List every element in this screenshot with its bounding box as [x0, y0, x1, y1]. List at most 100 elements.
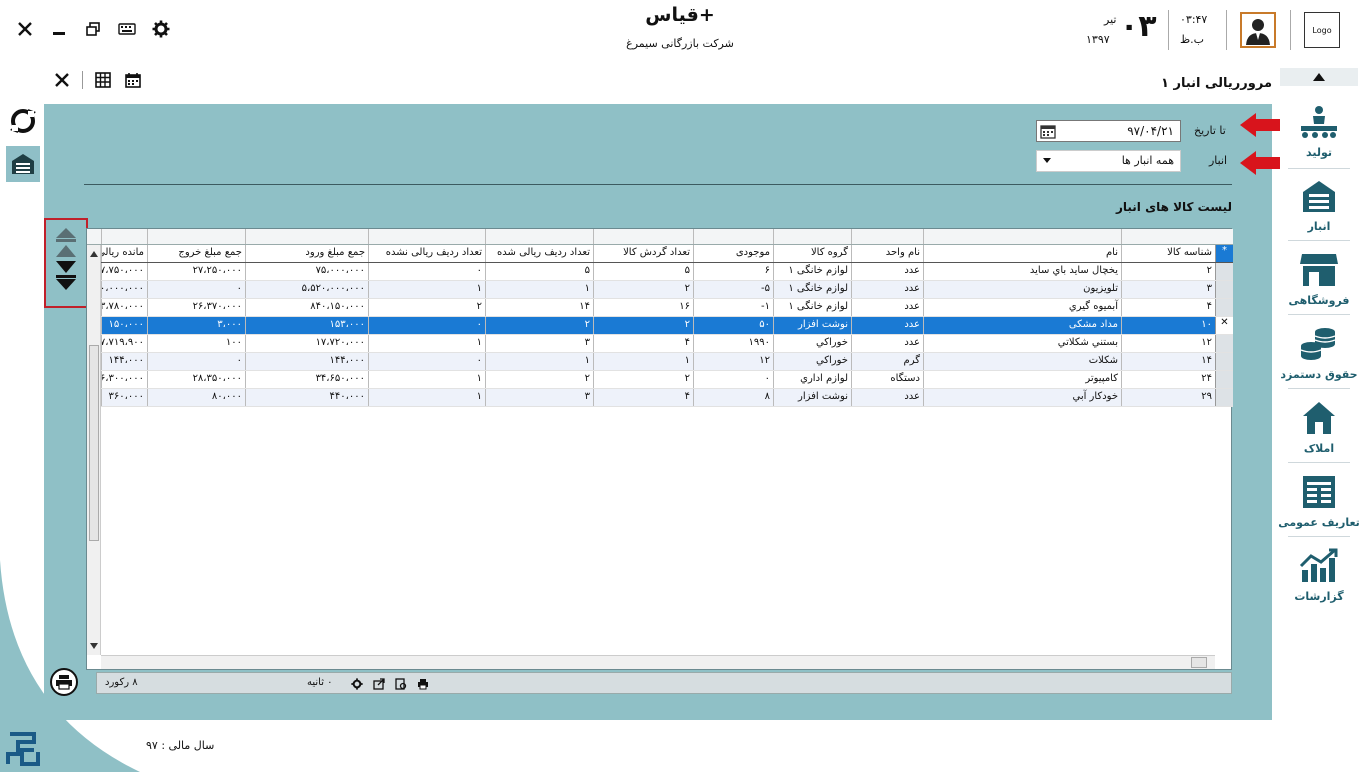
filter-cell[interactable]	[368, 229, 485, 244]
print-preview-icon[interactable]	[393, 676, 409, 692]
table-row[interactable]: ۲۹ خودکار آبي عدد نوشت افزار ۸ ۴ ۳ ۱ ۴۴۰،۰۰۰ ۸۰،۰…	[87, 389, 1233, 407]
row-selector[interactable]	[1215, 263, 1233, 280]
row-selector[interactable]	[1215, 299, 1233, 316]
cell-turnover: ۱	[593, 353, 693, 370]
sidebar-item-label: فروشگاهی	[1288, 294, 1350, 307]
filter-cell[interactable]	[693, 229, 773, 244]
cell-item-id: ۱۰	[1121, 317, 1215, 334]
filter-cell[interactable]	[485, 229, 593, 244]
sidebar-item-definitions[interactable]: تعاریف عمومی	[1278, 472, 1360, 542]
filter-cell[interactable]	[851, 229, 923, 244]
window-controls	[14, 18, 172, 40]
column-header-group[interactable]: گروه کالا	[773, 245, 851, 262]
calendar-icon[interactable]	[123, 70, 143, 90]
table-row[interactable]: ۲۴ کامپیوتر دستگاه لوازم اداري ۰ ۲ ۲ ۱ ۳۴،۶۵۰،۰۰…	[87, 371, 1233, 389]
sidebar-item-warehouse[interactable]: انبار	[1282, 176, 1356, 246]
chevron-down-icon	[1043, 158, 1051, 163]
settings-gear-icon[interactable]	[349, 676, 365, 692]
row-selector[interactable]	[1215, 281, 1233, 298]
column-header-unpriced-rows[interactable]: تعداد ردیف ریالی نشده	[368, 245, 485, 262]
cell-total-out: ۲۶،۳۷۰،۰۰۰	[147, 299, 245, 316]
scroll-thumb[interactable]	[1191, 657, 1207, 668]
settings-gear-icon[interactable]	[150, 18, 172, 40]
filter-cell[interactable]	[147, 229, 245, 244]
filter-cell[interactable]	[245, 229, 368, 244]
sidebar-scroll-up-button[interactable]	[1280, 68, 1358, 86]
filter-cell[interactable]	[593, 229, 693, 244]
calendar-icon[interactable]	[1040, 124, 1056, 139]
print-icon[interactable]	[415, 676, 431, 692]
table-row[interactable]: ۳ تلويزيون عدد لوازم خانگی ۱ ۵- ۲ ۱ ۱ ۵،۵۲۰،۰۰۰،…	[87, 281, 1233, 299]
sidebar-item-production[interactable]: تولید	[1282, 102, 1356, 172]
cell-balance: ۱۵۰،۰۰۰	[101, 317, 147, 334]
cell-balance: ۱۷،۷۱۹،۹۰۰	[101, 335, 147, 352]
minimize-icon[interactable]	[48, 18, 70, 40]
column-header-turnover[interactable]: تعداد گردش کالا	[593, 245, 693, 262]
divider	[1288, 536, 1350, 537]
export-icon[interactable]	[371, 676, 387, 692]
column-header-balance[interactable]: مانده ریالی	[101, 245, 147, 262]
cell-total-in: ۵،۵۲۰،۰۰۰،۰۰۰	[245, 281, 368, 298]
cell-unpriced-rows: ۱	[368, 335, 485, 352]
sidebar-item-real-estate[interactable]: املاک	[1282, 398, 1356, 468]
filter-cell[interactable]	[923, 229, 1121, 244]
restore-icon[interactable]	[82, 18, 104, 40]
clock-ampm: ب.ظ	[1180, 33, 1205, 46]
warehouse-tab[interactable]	[6, 146, 40, 182]
refresh-icon[interactable]	[8, 106, 38, 136]
vertical-scrollbar[interactable]	[87, 245, 101, 655]
sidebar-item-store[interactable]: فروشگاهی	[1282, 250, 1356, 320]
sidebar-item-payroll[interactable]: حقوق دستمزد	[1280, 324, 1358, 394]
print-icon[interactable]	[50, 668, 78, 696]
cell-total-out: ۰	[147, 353, 245, 370]
column-header-name[interactable]: نام	[923, 245, 1121, 262]
move-last-icon[interactable]	[54, 274, 78, 292]
row-selector[interactable]	[1215, 371, 1233, 388]
grid-filter-row[interactable]	[87, 229, 1233, 245]
cell-total-in: ۱۵۳،۰۰۰	[245, 317, 368, 334]
cell-name: کامپیوتر	[923, 371, 1121, 388]
table-row[interactable]: ۱۲ بستني شكلاتي عدد خوراکي ۱۹۹۰ ۴ ۳ ۱ ۱۷،۷۲۰،۰۰۰…	[87, 335, 1233, 353]
column-header-total-out[interactable]: جمع مبلغ خروج	[147, 245, 245, 262]
cell-item-id: ۴	[1121, 299, 1215, 316]
warehouse-select[interactable]: همه انبار ها	[1036, 150, 1181, 172]
date-field[interactable]: ۹۷/۰۴/۲۱	[1036, 120, 1181, 142]
table-row[interactable]: ۲ يخچال ساید باي ساید عدد لوازم خانگی ۱۶۵۵۰…	[87, 263, 1233, 281]
close-icon[interactable]	[14, 18, 36, 40]
scroll-down-icon[interactable]	[90, 643, 98, 649]
column-header-total-in[interactable]: جمع مبلغ ورود	[245, 245, 368, 262]
filter-cell[interactable]	[1121, 229, 1215, 244]
table-row[interactable]: ۴ آبمیوه گیري عدد لوازم خانگی ۱ ۱- ۱۶ ۱۴ ۲ ۸۴۰،۱…	[87, 299, 1233, 317]
table-row[interactable]: ۱۴ شكلات گرم خوراکي ۱۲ ۱ ۱ ۰ ۱۴۴،۰۰۰ ۰ ۱۴۴،۰۰۰	[87, 353, 1233, 371]
scroll-up-icon[interactable]	[90, 251, 98, 257]
grid-view-icon[interactable]	[93, 70, 113, 90]
cell-group: خوراکي	[773, 353, 851, 370]
filter-cell[interactable]	[773, 229, 851, 244]
column-header-priced-rows[interactable]: تعداد ردیف ریالی شده	[485, 245, 593, 262]
sidebar-item-reports[interactable]: گزارشات	[1282, 546, 1356, 616]
cell-stock: ۱۹۹۰	[693, 335, 773, 352]
cell-priced-rows: ۳	[485, 389, 593, 406]
row-selector[interactable]	[1215, 353, 1233, 370]
column-header-item-id[interactable]: شناسه کالا	[1121, 245, 1215, 262]
grid-status-bar: ۸ رکورد ۰ ثانیه	[96, 672, 1232, 694]
divider	[1288, 240, 1350, 241]
row-selector[interactable]	[1215, 335, 1233, 352]
cell-total-out: ۸۰،۰۰۰	[147, 389, 245, 406]
row-selector[interactable]	[1215, 389, 1233, 406]
close-tab-icon[interactable]	[52, 70, 72, 90]
coins-icon	[1299, 324, 1339, 364]
row-selector[interactable]: ✕	[1215, 317, 1233, 334]
cell-turnover: ۲	[593, 371, 693, 388]
column-header-unit[interactable]: نام واحد	[851, 245, 923, 262]
divider	[1290, 10, 1291, 50]
horizontal-scrollbar[interactable]	[101, 655, 1215, 669]
column-header-stock[interactable]: موجودی	[693, 245, 773, 262]
scroll-thumb[interactable]	[89, 345, 99, 541]
keyboard-icon[interactable]	[116, 18, 138, 40]
table-row[interactable]: ۱۰ مداد مشکی عدد نوشت افزار ۵۰ ۲ ۲ ۰ ۱۵۳،۰۰۰ ۳،۰۰…	[87, 317, 1233, 335]
user-avatar[interactable]	[1240, 12, 1276, 48]
filter-cell[interactable]	[101, 229, 147, 244]
select-all-cell[interactable]: *	[1215, 245, 1233, 262]
grid-header-row: شناسه کالا نام نام واحد گروه کالا موجودی تعدا…	[87, 245, 1233, 263]
